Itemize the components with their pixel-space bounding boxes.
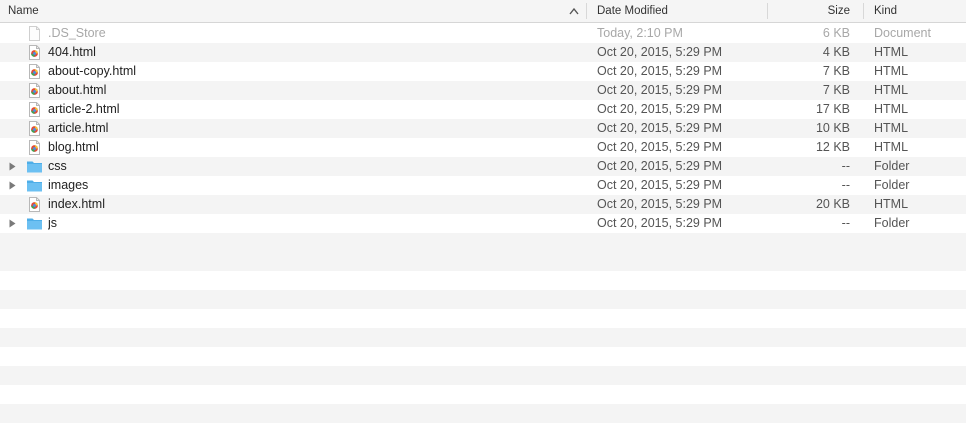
file-list: .DS_Store Today, 2:10 PM 6 KB Document 4… xyxy=(0,24,966,428)
file-size: 7 KB xyxy=(822,64,850,78)
file-name: article-2.html xyxy=(48,102,120,116)
file-date: Oct 20, 2015, 5:29 PM xyxy=(597,121,723,135)
file-kind: HTML xyxy=(874,83,909,97)
file-kind: Folder xyxy=(874,178,910,192)
disclosure-triangle-icon[interactable] xyxy=(8,162,17,171)
file-kind: Folder xyxy=(874,216,910,230)
file-name: index.html xyxy=(48,197,105,211)
file-size: 7 KB xyxy=(822,83,850,97)
column-header-kind[interactable]: Kind xyxy=(874,0,954,22)
file-size: 4 KB xyxy=(822,45,850,59)
empty-row xyxy=(0,366,966,385)
html-file-icon xyxy=(29,197,40,212)
column-header-bar: Name Date Modified Size Kind xyxy=(0,0,966,23)
column-divider[interactable] xyxy=(586,3,587,19)
folder-icon xyxy=(27,180,42,192)
file-date: Oct 20, 2015, 5:29 PM xyxy=(597,83,723,97)
empty-row xyxy=(0,404,966,423)
file-name: article.html xyxy=(48,121,109,135)
file-size: 12 KB xyxy=(815,140,850,154)
html-file-icon xyxy=(29,45,40,60)
folder-row-js[interactable]: js Oct 20, 2015, 5:29 PM -- Folder xyxy=(0,214,966,233)
file-date: Oct 20, 2015, 5:29 PM xyxy=(597,159,723,173)
file-name: images xyxy=(48,178,89,192)
empty-row xyxy=(0,328,966,347)
file-kind: HTML xyxy=(874,64,909,78)
sort-ascending-icon[interactable] xyxy=(568,0,580,22)
folder-row-images[interactable]: images Oct 20, 2015, 5:29 PM -- Folder xyxy=(0,176,966,195)
file-size: 6 KB xyxy=(822,26,850,40)
empty-row xyxy=(0,233,966,252)
file-name: about-copy.html xyxy=(48,64,137,78)
file-size: -- xyxy=(841,159,850,173)
empty-row xyxy=(0,252,966,271)
html-file-icon xyxy=(29,140,40,155)
folder-icon xyxy=(27,218,42,230)
file-size: 10 KB xyxy=(815,121,850,135)
file-kind: Folder xyxy=(874,159,910,173)
file-date: Oct 20, 2015, 5:29 PM xyxy=(597,140,723,154)
file-kind: HTML xyxy=(874,197,909,211)
html-file-icon xyxy=(29,121,40,136)
folder-row-css[interactable]: css Oct 20, 2015, 5:29 PM -- Folder xyxy=(0,157,966,176)
file-row-about-copy-html[interactable]: about-copy.html Oct 20, 2015, 5:29 PM 7 … xyxy=(0,62,966,81)
file-date: Oct 20, 2015, 5:29 PM xyxy=(597,45,723,59)
disclosure-triangle-icon[interactable] xyxy=(8,219,17,228)
html-file-icon xyxy=(29,102,40,117)
file-date: Oct 20, 2015, 5:29 PM xyxy=(597,197,723,211)
file-name: css xyxy=(48,159,67,173)
file-kind: HTML xyxy=(874,121,909,135)
finder-list-view: Name Date Modified Size Kind .DS_Store T… xyxy=(0,0,966,428)
file-row-blog-html[interactable]: blog.html Oct 20, 2015, 5:29 PM 12 KB HT… xyxy=(0,138,966,157)
file-kind: Document xyxy=(874,26,931,40)
folder-icon xyxy=(27,161,42,173)
disclosure-triangle-icon[interactable] xyxy=(8,181,17,190)
file-size: 17 KB xyxy=(815,102,850,116)
file-row-ds-store[interactable]: .DS_Store Today, 2:10 PM 6 KB Document xyxy=(0,24,966,43)
html-file-icon xyxy=(29,83,40,98)
file-date: Oct 20, 2015, 5:29 PM xyxy=(597,64,723,78)
file-date: Oct 20, 2015, 5:29 PM xyxy=(597,178,723,192)
file-date: Oct 20, 2015, 5:29 PM xyxy=(597,102,723,116)
document-icon xyxy=(29,26,40,41)
file-name: about.html xyxy=(48,83,107,97)
file-kind: HTML xyxy=(874,102,909,116)
html-file-icon xyxy=(29,64,40,79)
file-kind: HTML xyxy=(874,45,909,59)
column-header-date-modified[interactable]: Date Modified xyxy=(597,0,757,22)
column-divider[interactable] xyxy=(863,3,864,19)
file-date: Today, 2:10 PM xyxy=(597,26,683,40)
file-name: blog.html xyxy=(48,140,99,154)
column-header-name[interactable]: Name xyxy=(8,0,568,22)
file-size: 20 KB xyxy=(815,197,850,211)
file-row-article-2-html[interactable]: article-2.html Oct 20, 2015, 5:29 PM 17 … xyxy=(0,100,966,119)
column-header-size[interactable]: Size xyxy=(767,0,850,22)
empty-row xyxy=(0,290,966,309)
file-name: js xyxy=(48,216,58,230)
file-row-about-html[interactable]: about.html Oct 20, 2015, 5:29 PM 7 KB HT… xyxy=(0,81,966,100)
file-date: Oct 20, 2015, 5:29 PM xyxy=(597,216,723,230)
file-kind: HTML xyxy=(874,140,909,154)
file-name: 404.html xyxy=(48,45,96,59)
file-row-index-html[interactable]: index.html Oct 20, 2015, 5:29 PM 20 KB H… xyxy=(0,195,966,214)
file-size: -- xyxy=(841,216,850,230)
file-size: -- xyxy=(841,178,850,192)
file-row-404-html[interactable]: 404.html Oct 20, 2015, 5:29 PM 4 KB HTML xyxy=(0,43,966,62)
file-name: .DS_Store xyxy=(48,26,106,40)
file-row-article-html[interactable]: article.html Oct 20, 2015, 5:29 PM 10 KB… xyxy=(0,119,966,138)
